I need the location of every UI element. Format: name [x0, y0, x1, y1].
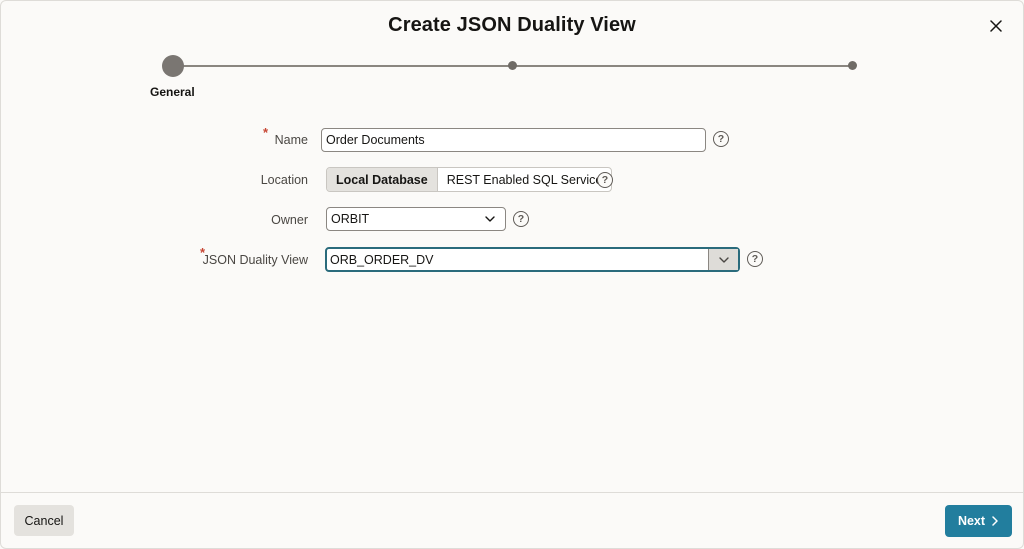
wizard-step-2[interactable]	[508, 61, 517, 70]
next-button-label: Next	[957, 514, 986, 528]
location-help-icon[interactable]: ?	[597, 172, 613, 188]
chevron-down-icon	[718, 256, 729, 263]
cancel-button[interactable]: Cancel	[14, 505, 74, 536]
duality-view-dropdown-button[interactable]	[708, 249, 738, 270]
name-input[interactable]	[321, 128, 706, 152]
chevron-right-icon	[992, 516, 998, 526]
owner-select[interactable]: ORBIT	[326, 207, 506, 231]
close-icon[interactable]	[985, 15, 1007, 37]
location-option-local-database[interactable]: Local Database	[327, 168, 438, 191]
location-label: Location	[260, 173, 308, 187]
duality-view-combobox[interactable]: ORB_ORDER_DV	[325, 247, 740, 272]
dialog-title: Create JSON Duality View	[388, 14, 636, 36]
wizard-step-general[interactable]	[162, 55, 184, 77]
duality-view-label: JSON Duality View	[202, 253, 308, 267]
footer-divider	[1, 492, 1023, 493]
owner-select-value: ORBIT	[331, 212, 370, 226]
required-marker: *	[263, 125, 269, 140]
chevron-down-icon	[484, 213, 496, 228]
location-option-rest-enabled-sql[interactable]: REST Enabled SQL Service	[438, 168, 612, 191]
dialog: Create JSON Duality View General * Name …	[0, 0, 1024, 549]
owner-label: Owner	[271, 213, 308, 227]
wizard-step-general-label: General	[150, 85, 195, 99]
next-button[interactable]: Next	[945, 505, 1012, 537]
duality-view-help-icon[interactable]: ?	[747, 251, 763, 267]
duality-view-value[interactable]: ORB_ORDER_DV	[327, 253, 708, 267]
name-help-icon[interactable]: ?	[713, 131, 729, 147]
location-segmented-control: Local Database REST Enabled SQL Service	[326, 167, 613, 192]
name-label: Name	[274, 133, 308, 147]
owner-help-icon[interactable]: ?	[513, 211, 529, 227]
wizard-step-3[interactable]	[848, 61, 857, 70]
